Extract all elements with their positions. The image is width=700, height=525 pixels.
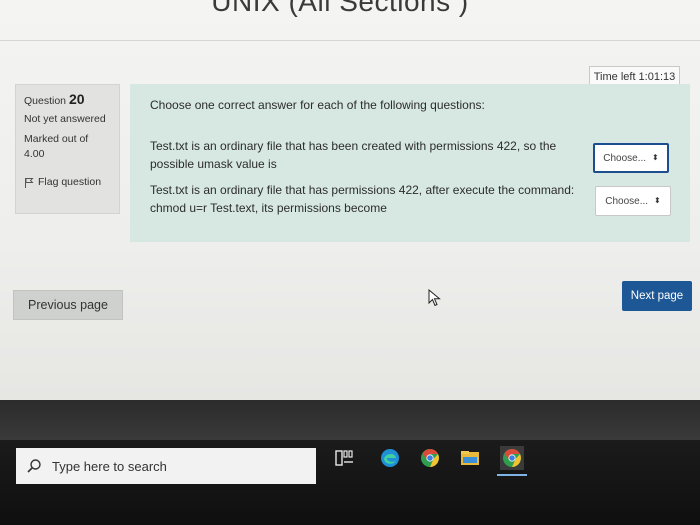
question-marks: Marked out of 4.00 bbox=[24, 133, 89, 160]
subquestion-2-text: Test.txt is an ordinary file that has pe… bbox=[150, 183, 575, 215]
question-label: Question bbox=[24, 95, 67, 107]
taskbar-search-input[interactable]: Type here to search bbox=[16, 448, 316, 484]
subquestion-1-select[interactable]: Choose... ⬍ bbox=[593, 143, 669, 173]
flag-question-label: Flag question bbox=[38, 176, 102, 188]
question-number-row: Question 20 bbox=[24, 91, 111, 107]
active-app-indicator bbox=[497, 474, 527, 476]
chrome-active-icon[interactable] bbox=[500, 446, 524, 470]
edge-icon[interactable] bbox=[378, 446, 402, 470]
subquestion-2-select-value: Choose... bbox=[605, 195, 649, 207]
updown-arrows-icon: ⬍ bbox=[654, 196, 661, 205]
windows-taskbar: Type here to search bbox=[0, 440, 700, 525]
previous-page-button[interactable]: Previous page bbox=[13, 290, 123, 320]
subquestion-2-select[interactable]: Choose... ⬍ bbox=[595, 186, 671, 216]
subquestion-1-select-value: Choose... bbox=[603, 152, 647, 164]
next-page-button[interactable]: Next page bbox=[622, 281, 692, 311]
page-title: UNIX (All Sections ) bbox=[211, 0, 469, 17]
file-explorer-icon[interactable] bbox=[458, 446, 482, 470]
question-intro: Choose one correct answer for each of th… bbox=[150, 98, 485, 112]
flag-icon bbox=[25, 177, 34, 188]
search-icon bbox=[27, 459, 41, 473]
task-view-icon[interactable] bbox=[333, 446, 357, 470]
updown-arrows-icon: ⬍ bbox=[652, 153, 659, 162]
search-placeholder: Type here to search bbox=[52, 458, 167, 474]
question-number: 20 bbox=[68, 91, 85, 107]
question-state: Not yet answered bbox=[24, 113, 106, 125]
question-info-panel: Question 20 Not yet answered Marked out … bbox=[15, 84, 120, 214]
question-content: Choose one correct answer for each of th… bbox=[130, 84, 690, 242]
browser-viewport: UNIX (All Sections ) Time left 1:01:13 Q… bbox=[0, 0, 700, 400]
chrome-icon[interactable] bbox=[418, 446, 442, 470]
monitor-bezel bbox=[0, 400, 700, 440]
subquestion-1-text: Test.txt is an ordinary file that has be… bbox=[150, 139, 557, 171]
mouse-cursor-icon bbox=[428, 289, 441, 307]
flag-question-link[interactable]: Flag question bbox=[24, 176, 111, 188]
title-divider bbox=[0, 40, 700, 41]
